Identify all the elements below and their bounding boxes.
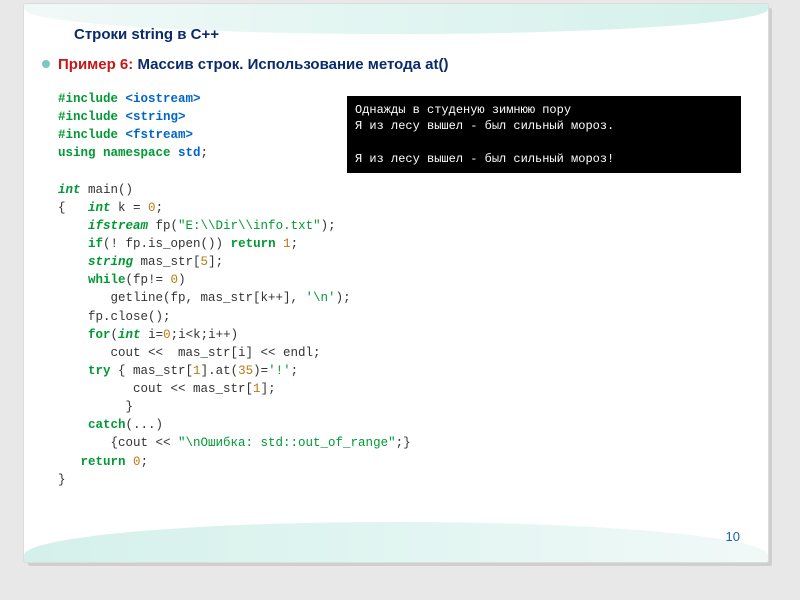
code-tok: k = bbox=[111, 201, 149, 215]
code-tok: string bbox=[88, 255, 133, 269]
code-tok: 0 bbox=[133, 455, 141, 469]
code-tok bbox=[126, 455, 134, 469]
code-tok: "E:\\Dir\\info.txt" bbox=[178, 219, 321, 233]
code-tok bbox=[58, 219, 88, 233]
code-tok: ; bbox=[291, 237, 299, 251]
code-tok: ; bbox=[291, 364, 299, 378]
code-tok: cout << mas_str[i] << endl; bbox=[58, 346, 321, 360]
code-tok: <iostream> bbox=[118, 92, 201, 106]
code-tok: #include bbox=[58, 92, 118, 106]
code-tok: ; bbox=[141, 455, 149, 469]
code-tok: ; bbox=[156, 201, 164, 215]
code-tok: #include bbox=[58, 110, 118, 124]
code-tok: 0 bbox=[163, 328, 171, 342]
code-tok: for bbox=[88, 328, 111, 342]
code-tok: ( bbox=[111, 328, 119, 342]
code-tok: cout << mas_str[ bbox=[58, 382, 253, 396]
code-tok: ); bbox=[321, 219, 336, 233]
code-tok: fp.close(); bbox=[58, 310, 171, 324]
code-tok: ); bbox=[336, 291, 351, 305]
code-tok: ;} bbox=[396, 436, 411, 450]
code-tok: 1 bbox=[193, 364, 201, 378]
code-tok: mas_str[ bbox=[133, 255, 201, 269]
code-tok: using namespace bbox=[58, 146, 171, 160]
code-tok: { bbox=[58, 201, 88, 215]
code-tok: (...) bbox=[126, 418, 164, 432]
code-tok: ifstream bbox=[88, 219, 148, 233]
code-tok: getline(fp, mas_str[k++], bbox=[58, 291, 306, 305]
code-tok: (! fp.is_open()) bbox=[103, 237, 231, 251]
code-tok: (fp!= bbox=[126, 273, 171, 287]
code-tok: 1 bbox=[283, 237, 291, 251]
example-description: Массив строк. Использование метода at() bbox=[133, 56, 448, 73]
code-tok: } bbox=[58, 400, 133, 414]
example-number: Пример 6: bbox=[58, 56, 133, 73]
code-tok: ]; bbox=[208, 255, 223, 269]
code-tok: return bbox=[231, 237, 276, 251]
slide-subtitle: Пример 6: Массив строк. Использование ме… bbox=[58, 56, 448, 73]
code-tok: ) bbox=[178, 273, 186, 287]
slide: Строки string в С++ Пример 6: Массив стр… bbox=[24, 4, 768, 562]
code-tok: int bbox=[88, 201, 111, 215]
code-tok: 1 bbox=[253, 382, 261, 396]
code-tok: main() bbox=[81, 183, 134, 197]
decorative-wave-bottom bbox=[24, 522, 768, 562]
code-tok bbox=[58, 237, 88, 251]
code-tok bbox=[58, 418, 88, 432]
code-tok: catch bbox=[88, 418, 126, 432]
code-tok: <fstream> bbox=[118, 128, 193, 142]
code-tok: )= bbox=[253, 364, 268, 378]
code-tok: '\n' bbox=[306, 291, 336, 305]
code-tok: if bbox=[88, 237, 103, 251]
code-tok: 0 bbox=[148, 201, 156, 215]
slide-title: Строки string в С++ bbox=[74, 26, 219, 43]
code-tok: } bbox=[58, 473, 66, 487]
code-tok: return bbox=[81, 455, 126, 469]
code-tok bbox=[58, 255, 88, 269]
bullet-icon bbox=[42, 60, 50, 68]
code-tok: { mas_str[ bbox=[111, 364, 194, 378]
code-tok: ; bbox=[201, 146, 209, 160]
code-tok: #include bbox=[58, 128, 118, 142]
code-tok bbox=[276, 237, 284, 251]
code-tok bbox=[58, 273, 88, 287]
code-tok: while bbox=[88, 273, 126, 287]
code-tok: i= bbox=[141, 328, 164, 342]
code-tok: ].at( bbox=[201, 364, 239, 378]
code-tok: ;i<k;i++) bbox=[171, 328, 239, 342]
code-tok: int bbox=[58, 183, 81, 197]
code-tok: 35 bbox=[238, 364, 253, 378]
code-tok: 0 bbox=[171, 273, 179, 287]
code-tok: 5 bbox=[201, 255, 209, 269]
code-tok: {cout << bbox=[58, 436, 178, 450]
code-tok: fp( bbox=[148, 219, 178, 233]
code-tok: ]; bbox=[261, 382, 276, 396]
code-tok: "\nОшибка: std::out_of_range" bbox=[178, 436, 396, 450]
code-tok: std bbox=[171, 146, 201, 160]
code-tok bbox=[58, 328, 88, 342]
code-tok: try bbox=[88, 364, 111, 378]
code-tok bbox=[58, 455, 81, 469]
code-tok bbox=[58, 364, 88, 378]
code-block: #include <iostream> #include <string> #i… bbox=[58, 90, 411, 489]
page-number: 10 bbox=[726, 529, 740, 544]
code-tok: '!' bbox=[268, 364, 291, 378]
code-tok: <string> bbox=[118, 110, 186, 124]
code-tok: int bbox=[118, 328, 141, 342]
